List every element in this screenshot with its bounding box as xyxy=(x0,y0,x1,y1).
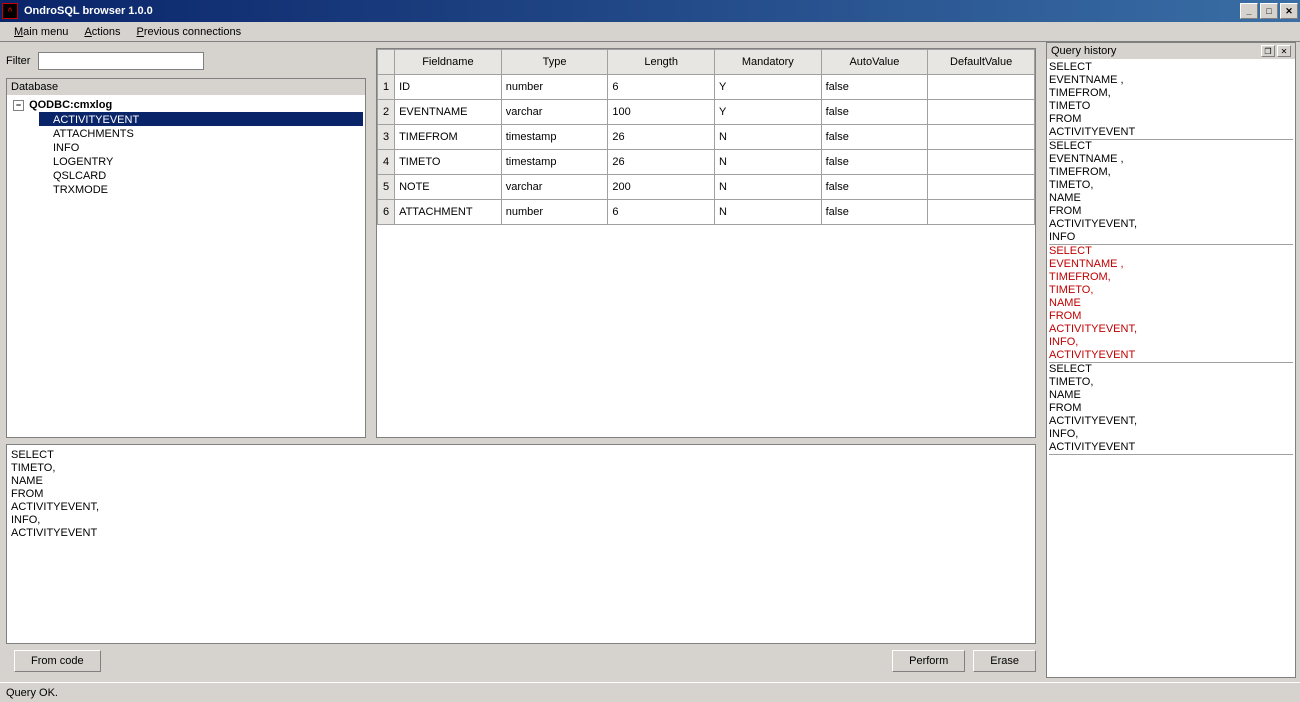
row-number: 3 xyxy=(378,125,395,150)
cell-autovalue: false xyxy=(821,100,928,125)
close-button[interactable]: ✕ xyxy=(1280,3,1298,19)
cell-length: 26 xyxy=(608,125,715,150)
menu-main[interactable]: Main menu xyxy=(6,24,76,40)
cell-autovalue: false xyxy=(821,150,928,175)
table-row[interactable]: 4TIMETOtimestamp26Nfalse xyxy=(378,150,1035,175)
col-type[interactable]: Type xyxy=(501,50,608,75)
menu-prev[interactable]: Previous connections xyxy=(129,24,250,40)
tree-item-qslcard[interactable]: QSLCARD xyxy=(39,168,363,182)
cell-type: varchar xyxy=(501,175,608,200)
history-title: Query history xyxy=(1051,45,1259,57)
erase-button[interactable]: Erase xyxy=(973,650,1036,672)
tree-item-attachments[interactable]: ATTACHMENTS xyxy=(39,126,363,140)
cell-type: number xyxy=(501,75,608,100)
minimize-button[interactable]: _ xyxy=(1240,3,1258,19)
history-list[interactable]: SELECT EVENTNAME , TIMEFROM, TIMETO FROM… xyxy=(1047,59,1295,677)
table-row[interactable]: 2EVENTNAMEvarchar100Yfalse xyxy=(378,100,1035,125)
col-defaultvalue[interactable]: DefaultValue xyxy=(928,50,1035,75)
row-number: 6 xyxy=(378,200,395,225)
history-entry[interactable]: SELECT TIMETO, NAME FROM ACTIVITYEVENT, … xyxy=(1049,363,1293,455)
cell-type: number xyxy=(501,200,608,225)
cell-autovalue: false xyxy=(821,75,928,100)
tree-item-trxmode[interactable]: TRXMODE xyxy=(39,182,363,196)
col-mandatory[interactable]: Mandatory xyxy=(714,50,821,75)
row-number: 1 xyxy=(378,75,395,100)
row-number: 2 xyxy=(378,100,395,125)
history-dock-icon[interactable]: ❐ xyxy=(1261,45,1275,57)
table-row[interactable]: 1IDnumber6Yfalse xyxy=(378,75,1035,100)
cell-type: varchar xyxy=(501,100,608,125)
cell-length: 6 xyxy=(608,75,715,100)
col-length[interactable]: Length xyxy=(608,50,715,75)
filter-input[interactable] xyxy=(38,52,204,70)
grid-corner xyxy=(378,50,395,75)
menu-bar: Main menu Actions Previous connections xyxy=(0,22,1300,42)
filter-label: Filter xyxy=(6,55,38,67)
cell-mandatory: Y xyxy=(714,100,821,125)
cell-length: 100 xyxy=(608,100,715,125)
cell-mandatory: Y xyxy=(714,75,821,100)
tree-root-label[interactable]: QODBC:cmxlog xyxy=(29,99,112,111)
query-history-panel: Query history ❐ ✕ SELECT EVENTNAME , TIM… xyxy=(1046,42,1296,678)
cell-type: timestamp xyxy=(501,150,608,175)
history-close-icon[interactable]: ✕ xyxy=(1277,45,1291,57)
cell-fieldname: ATTACHMENT xyxy=(395,200,502,225)
perform-button[interactable]: Perform xyxy=(892,650,965,672)
cell-fieldname: ID xyxy=(395,75,502,100)
tree-expand-icon[interactable]: − xyxy=(13,100,24,111)
cell-fieldname: TIMEFROM xyxy=(395,125,502,150)
tree-item-logentry[interactable]: LOGENTRY xyxy=(39,154,363,168)
sql-editor[interactable]: SELECT TIMETO, NAME FROM ACTIVITYEVENT, … xyxy=(6,444,1036,644)
cell-autovalue: false xyxy=(821,175,928,200)
cell-mandatory: N xyxy=(714,200,821,225)
schema-grid[interactable]: FieldnameTypeLengthMandatoryAutoValueDef… xyxy=(377,49,1035,225)
tree-item-activityevent[interactable]: ACTIVITYEVENT xyxy=(39,112,363,126)
app-icon: ^ xyxy=(2,3,18,19)
history-entry[interactable]: SELECT EVENTNAME , TIMEFROM, TIMETO, NAM… xyxy=(1049,245,1293,363)
cell-fieldname: EVENTNAME xyxy=(395,100,502,125)
cell-defaultvalue xyxy=(928,175,1035,200)
schema-grid-panel: FieldnameTypeLengthMandatoryAutoValueDef… xyxy=(376,48,1036,438)
maximize-button[interactable]: □ xyxy=(1260,3,1278,19)
cell-defaultvalue xyxy=(928,100,1035,125)
history-entry[interactable]: SELECT EVENTNAME , TIMEFROM, TIMETO, NAM… xyxy=(1049,140,1293,245)
table-row[interactable]: 5NOTEvarchar200Nfalse xyxy=(378,175,1035,200)
cell-autovalue: false xyxy=(821,200,928,225)
cell-fieldname: TIMETO xyxy=(395,150,502,175)
cell-defaultvalue xyxy=(928,200,1035,225)
table-row[interactable]: 3TIMEFROMtimestamp26Nfalse xyxy=(378,125,1035,150)
history-entry[interactable]: SELECT EVENTNAME , TIMEFROM, TIMETO FROM… xyxy=(1049,61,1293,140)
row-number: 5 xyxy=(378,175,395,200)
table-row[interactable]: 6ATTACHMENTnumber6Nfalse xyxy=(378,200,1035,225)
from-code-button[interactable]: From code xyxy=(14,650,101,672)
cell-defaultvalue xyxy=(928,150,1035,175)
cell-type: timestamp xyxy=(501,125,608,150)
col-autovalue[interactable]: AutoValue xyxy=(821,50,928,75)
cell-mandatory: N xyxy=(714,150,821,175)
row-number: 4 xyxy=(378,150,395,175)
cell-mandatory: N xyxy=(714,175,821,200)
cell-length: 6 xyxy=(608,200,715,225)
cell-defaultvalue xyxy=(928,125,1035,150)
cell-defaultvalue xyxy=(928,75,1035,100)
window-title: OndroSQL browser 1.0.0 xyxy=(22,5,1238,17)
col-fieldname[interactable]: Fieldname xyxy=(395,50,502,75)
tree-item-info[interactable]: INFO xyxy=(39,140,363,154)
cell-mandatory: N xyxy=(714,125,821,150)
cell-length: 26 xyxy=(608,150,715,175)
cell-fieldname: NOTE xyxy=(395,175,502,200)
cell-autovalue: false xyxy=(821,125,928,150)
status-bar: Query OK. xyxy=(0,682,1300,702)
menu-actions[interactable]: Actions xyxy=(76,24,128,40)
database-panel-title: Database xyxy=(7,79,365,96)
status-text: Query OK. xyxy=(6,687,58,699)
database-panel: Database − QODBC:cmxlog ACTIVITYEVENTATT… xyxy=(6,78,366,438)
database-tree[interactable]: − QODBC:cmxlog ACTIVITYEVENTATTACHMENTSI… xyxy=(7,96,365,437)
title-bar[interactable]: ^ OndroSQL browser 1.0.0 _ □ ✕ xyxy=(0,0,1300,22)
cell-length: 200 xyxy=(608,175,715,200)
